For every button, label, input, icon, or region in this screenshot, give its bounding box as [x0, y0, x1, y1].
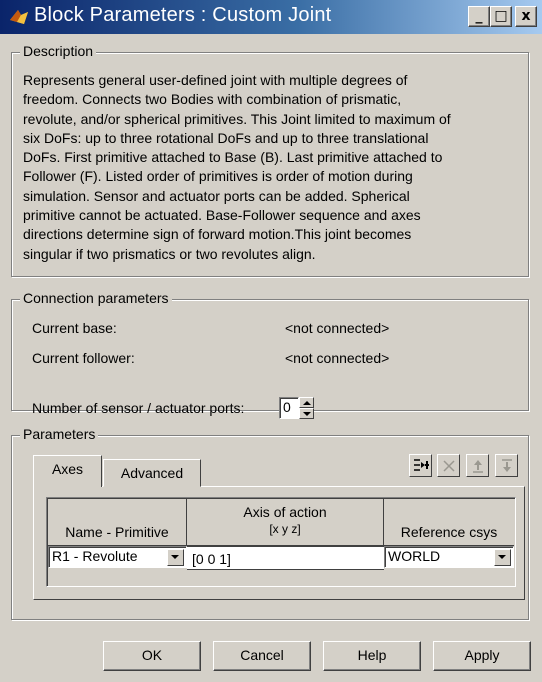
primitive-select[interactable]: R1 - Revolute — [48, 546, 187, 568]
description-line: Represents general user-defined joint wi… — [23, 72, 408, 88]
reference-csys-select[interactable]: WORLD — [384, 546, 514, 568]
description-line: simulation. Sensor and actuator ports ca… — [23, 187, 410, 204]
column-header-axis[interactable]: Axis of action [x y z] — [187, 499, 384, 546]
ports-label: Number of sensor / actuator ports: — [32, 400, 245, 416]
ok-button[interactable]: OK — [103, 641, 201, 671]
delete-row-icon — [442, 460, 455, 472]
simulink-logo-icon — [10, 10, 28, 24]
chevron-down-icon — [171, 555, 179, 559]
window-title: Block Parameters : Custom Joint — [34, 4, 332, 26]
insert-row-button[interactable] — [409, 454, 432, 477]
description-text: Represents general user-defined joint wi… — [23, 71, 523, 264]
description-legend: Description — [20, 43, 97, 59]
arrow-up-icon — [303, 401, 311, 405]
tab-advanced[interactable]: Advanced — [103, 459, 201, 487]
arrow-down-icon — [303, 412, 311, 416]
minimize-button[interactable]: _ — [468, 6, 490, 27]
primitive-dropdown-button[interactable] — [167, 549, 184, 566]
parameters-legend: Parameters — [20, 426, 99, 442]
apply-button[interactable]: Apply — [433, 641, 531, 671]
cancel-button[interactable]: Cancel — [213, 641, 311, 671]
spinner-up-button[interactable] — [299, 397, 314, 408]
chevron-down-icon — [498, 555, 506, 559]
close-icon: x — [521, 8, 531, 24]
maximize-button[interactable]: □ — [490, 6, 512, 27]
minimize-icon: _ — [475, 8, 483, 24]
axis-of-action-field[interactable]: [0 0 1] — [187, 546, 384, 570]
description-line: directions determine sign of forward mot… — [23, 226, 412, 243]
move-up-button[interactable] — [466, 454, 489, 477]
ports-spinner[interactable] — [299, 397, 314, 419]
description-line: six DoFs: up to three rotational DoFs an… — [23, 129, 429, 146]
tab-axes[interactable]: Axes — [33, 455, 102, 487]
maximize-icon: □ — [494, 8, 508, 24]
title-bar[interactable]: Block Parameters : Custom Joint _ □ x — [0, 0, 542, 34]
column-header-axis-sublabel: [x y z] — [269, 522, 301, 536]
column-header-axis-label: Axis of action — [243, 504, 327, 520]
current-follower-value: <not connected> — [285, 350, 390, 366]
description-line: DoFs. First primitive attached to Base (… — [23, 149, 443, 166]
move-down-icon — [501, 459, 512, 472]
current-base-value: <not connected> — [285, 320, 390, 336]
move-up-icon — [472, 460, 483, 473]
help-button[interactable]: Help — [323, 641, 421, 671]
ports-spinner-input[interactable]: 0 — [279, 397, 299, 419]
current-base-label: Current base: — [32, 320, 117, 336]
description-line: freedom. Connects two Bodies with combin… — [23, 91, 402, 108]
insert-row-icon — [413, 459, 429, 471]
connection-legend: Connection parameters — [20, 290, 172, 306]
column-header-reference-label: Reference csys — [400, 524, 498, 540]
reference-dropdown-button[interactable] — [494, 549, 511, 566]
close-button[interactable]: x — [515, 6, 537, 27]
reference-csys-value: WORLD — [388, 548, 441, 564]
delete-row-button[interactable] — [437, 454, 460, 477]
column-header-name-label: Name - Primitive — [65, 524, 169, 540]
spinner-down-button[interactable] — [299, 408, 314, 419]
description-line: revolute, and/or spherical primitives. T… — [23, 110, 451, 127]
description-group: Description Represents general user-defi… — [11, 43, 529, 277]
description-line: primitive cannot be actuated. Base-Follo… — [23, 207, 421, 224]
description-line: Follower (F). Listed order of primitives… — [23, 168, 413, 185]
primitive-select-value: R1 - Revolute — [52, 548, 138, 564]
column-header-name[interactable]: Name - Primitive — [48, 499, 187, 546]
move-down-button[interactable] — [495, 454, 518, 477]
column-header-reference[interactable]: Reference csys — [384, 499, 514, 546]
description-line: singular if two prismatics or two revolu… — [23, 245, 316, 262]
current-follower-label: Current follower: — [32, 350, 135, 366]
